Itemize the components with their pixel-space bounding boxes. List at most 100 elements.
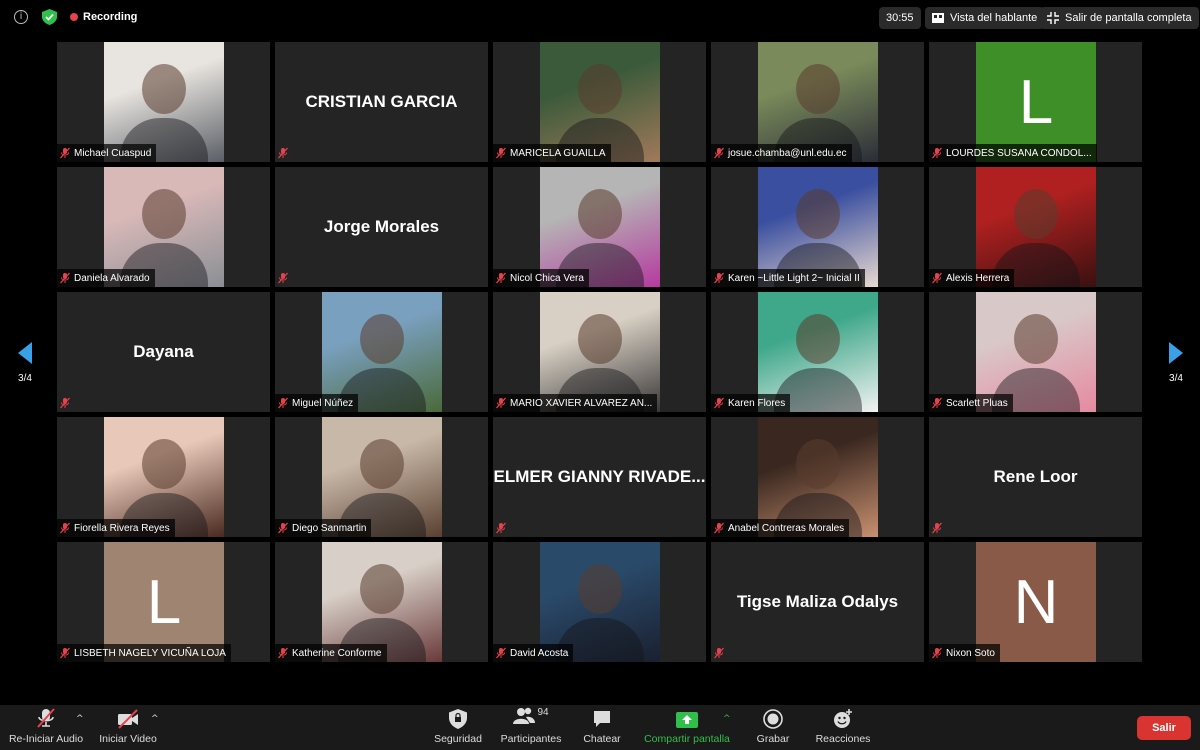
participant-tile[interactable]: Alexis Herrera bbox=[929, 167, 1142, 287]
participant-name-label: MARICELA GUAILLA bbox=[493, 144, 611, 162]
participant-name-label: Karen Flores bbox=[711, 394, 791, 412]
security-button[interactable]: Seguridad bbox=[430, 705, 486, 750]
microphone-muted-icon bbox=[496, 522, 506, 534]
participant-tile[interactable]: Katherine Conforme bbox=[275, 542, 488, 662]
participant-name: Daniela Alvarado bbox=[74, 272, 150, 284]
participant-name: Katherine Conforme bbox=[292, 647, 382, 659]
reactions-smiley-icon bbox=[834, 709, 852, 728]
participant-tile[interactable]: ELMER GIANNY RIVADE... bbox=[493, 417, 706, 537]
participant-silhouette bbox=[142, 64, 186, 114]
participant-tile[interactable]: Jorge Morales bbox=[275, 167, 488, 287]
participant-tile[interactable]: Karen Flores bbox=[711, 292, 924, 412]
participant-name: Diego Sanmartin bbox=[292, 522, 367, 534]
previous-page-button[interactable]: 3/4 bbox=[10, 342, 40, 384]
audio-options-chevron-icon[interactable]: ^ bbox=[76, 714, 84, 724]
reactions-button[interactable]: Reacciones bbox=[812, 705, 874, 750]
leave-label: Salir bbox=[1152, 722, 1176, 734]
exit-fullscreen-label: Salir de pantalla completa bbox=[1065, 12, 1192, 24]
microphone-muted-icon bbox=[714, 147, 724, 159]
participant-tile[interactable]: Rene Loor bbox=[929, 417, 1142, 537]
chat-button[interactable]: Chatear bbox=[578, 705, 626, 750]
participant-tile[interactable]: Karen ~Little Light 2~ Inicial II bbox=[711, 167, 924, 287]
meeting-controls-bar: Re-Iniciar Audio ^ Iniciar Video ^ Segur… bbox=[0, 705, 1200, 750]
exit-fullscreen-button[interactable]: Salir de pantalla completa bbox=[1040, 7, 1199, 29]
record-button[interactable]: Grabar bbox=[752, 705, 794, 750]
video-options-chevron-icon[interactable]: ^ bbox=[151, 714, 159, 724]
recording-indicator: Recording bbox=[70, 11, 137, 23]
participant-name-display: ELMER GIANNY RIVADE... bbox=[493, 467, 706, 486]
participant-tile[interactable]: L LOURDES SUSANA CONDOL... bbox=[929, 42, 1142, 162]
participant-silhouette bbox=[796, 439, 840, 489]
start-video-button[interactable]: Iniciar Video bbox=[96, 705, 160, 750]
participant-name-label: Alexis Herrera bbox=[929, 269, 1015, 287]
share-screen-button[interactable]: Compartir pantalla bbox=[640, 705, 734, 750]
participant-name-label: josue.chamba@unl.edu.ec bbox=[711, 144, 852, 162]
participant-tile[interactable]: L LISBETH NAGELY VICUÑA LOJA bbox=[57, 542, 270, 662]
participant-name: Fiorella Rivera Reyes bbox=[74, 522, 170, 534]
participant-tile[interactable]: Scarlett Pluas bbox=[929, 292, 1142, 412]
microphone-muted-icon bbox=[496, 272, 506, 284]
participant-mute-indicator bbox=[711, 644, 730, 662]
participant-name-label: Diego Sanmartin bbox=[275, 519, 372, 537]
page-indicator-right: 3/4 bbox=[1169, 373, 1183, 384]
participant-name: Alexis Herrera bbox=[946, 272, 1010, 284]
join-audio-label: Re-Iniciar Audio bbox=[8, 733, 84, 745]
microphone-muted-icon bbox=[714, 522, 724, 534]
participant-tile[interactable]: MARIO XAVIER ALVAREZ AN... bbox=[493, 292, 706, 412]
participant-name: MARICELA GUAILLA bbox=[510, 147, 606, 159]
leave-meeting-button[interactable]: Salir bbox=[1137, 716, 1191, 740]
participant-tile[interactable]: Anabel Contreras Morales bbox=[711, 417, 924, 537]
start-video-label: Iniciar Video bbox=[99, 733, 157, 745]
microphone-muted-icon bbox=[278, 147, 288, 159]
participant-mute-indicator bbox=[57, 394, 76, 412]
microphone-muted-icon bbox=[37, 708, 55, 728]
participant-tile[interactable]: Nicol Chica Vera bbox=[493, 167, 706, 287]
participant-tile[interactable]: Michael Cuaspud bbox=[57, 42, 270, 162]
speaker-view-button[interactable]: Vista del hablante bbox=[925, 7, 1045, 29]
next-page-button[interactable]: 3/4 bbox=[1161, 342, 1191, 384]
participant-name-display: CRISTIAN GARCIA bbox=[305, 92, 458, 111]
participant-tile[interactable]: MARICELA GUAILLA bbox=[493, 42, 706, 162]
participant-silhouette bbox=[142, 189, 186, 239]
participant-tile[interactable]: David Acosta bbox=[493, 542, 706, 662]
join-audio-button[interactable]: Re-Iniciar Audio bbox=[8, 705, 84, 750]
participant-tile[interactable]: Tigse Maliza Odalys bbox=[711, 542, 924, 662]
participant-tile[interactable]: N Nixon Soto bbox=[929, 542, 1142, 662]
participant-silhouette bbox=[360, 314, 404, 364]
grid-view-icon bbox=[932, 13, 944, 23]
microphone-muted-icon bbox=[714, 272, 724, 284]
microphone-muted-icon bbox=[496, 147, 506, 159]
encryption-shield-icon[interactable] bbox=[42, 9, 57, 25]
share-options-chevron-icon[interactable]: ^ bbox=[723, 714, 731, 724]
participant-name-label: Nicol Chica Vera bbox=[493, 269, 589, 287]
participant-tile[interactable]: Dayana bbox=[57, 292, 270, 412]
participant-tile[interactable]: CRISTIAN GARCIA bbox=[275, 42, 488, 162]
chat-bubble-icon bbox=[594, 711, 610, 727]
participant-tile[interactable]: Miguel Núñez bbox=[275, 292, 488, 412]
participants-button[interactable]: 94 Participantes bbox=[497, 705, 565, 750]
participant-tile[interactable]: Diego Sanmartin bbox=[275, 417, 488, 537]
participant-name: josue.chamba@unl.edu.ec bbox=[728, 147, 847, 159]
info-icon[interactable]: i bbox=[14, 10, 28, 24]
participants-count: 94 bbox=[537, 707, 549, 718]
security-label: Seguridad bbox=[434, 733, 482, 745]
microphone-muted-icon bbox=[278, 522, 288, 534]
microphone-muted-icon bbox=[714, 397, 724, 409]
participant-tile[interactable]: Daniela Alvarado bbox=[57, 167, 270, 287]
participant-silhouette bbox=[360, 564, 404, 614]
participant-tile[interactable]: josue.chamba@unl.edu.ec bbox=[711, 42, 924, 162]
microphone-muted-icon bbox=[60, 397, 70, 409]
participant-name: MARIO XAVIER ALVAREZ AN... bbox=[510, 397, 653, 409]
reactions-label: Reacciones bbox=[815, 733, 871, 745]
video-camera-off-icon bbox=[118, 709, 138, 729]
participant-name-display: Tigse Maliza Odalys bbox=[736, 592, 899, 611]
microphone-muted-icon bbox=[932, 647, 942, 659]
participant-name: LOURDES SUSANA CONDOL... bbox=[946, 147, 1092, 159]
participant-name-display: Rene Loor bbox=[993, 467, 1078, 486]
arrow-left-icon bbox=[18, 342, 32, 364]
speaker-view-label: Vista del hablante bbox=[950, 12, 1038, 24]
participant-tile[interactable]: Fiorella Rivera Reyes bbox=[57, 417, 270, 537]
participant-silhouette bbox=[142, 439, 186, 489]
microphone-muted-icon bbox=[278, 397, 288, 409]
participant-name-label: Scarlett Pluas bbox=[929, 394, 1013, 412]
